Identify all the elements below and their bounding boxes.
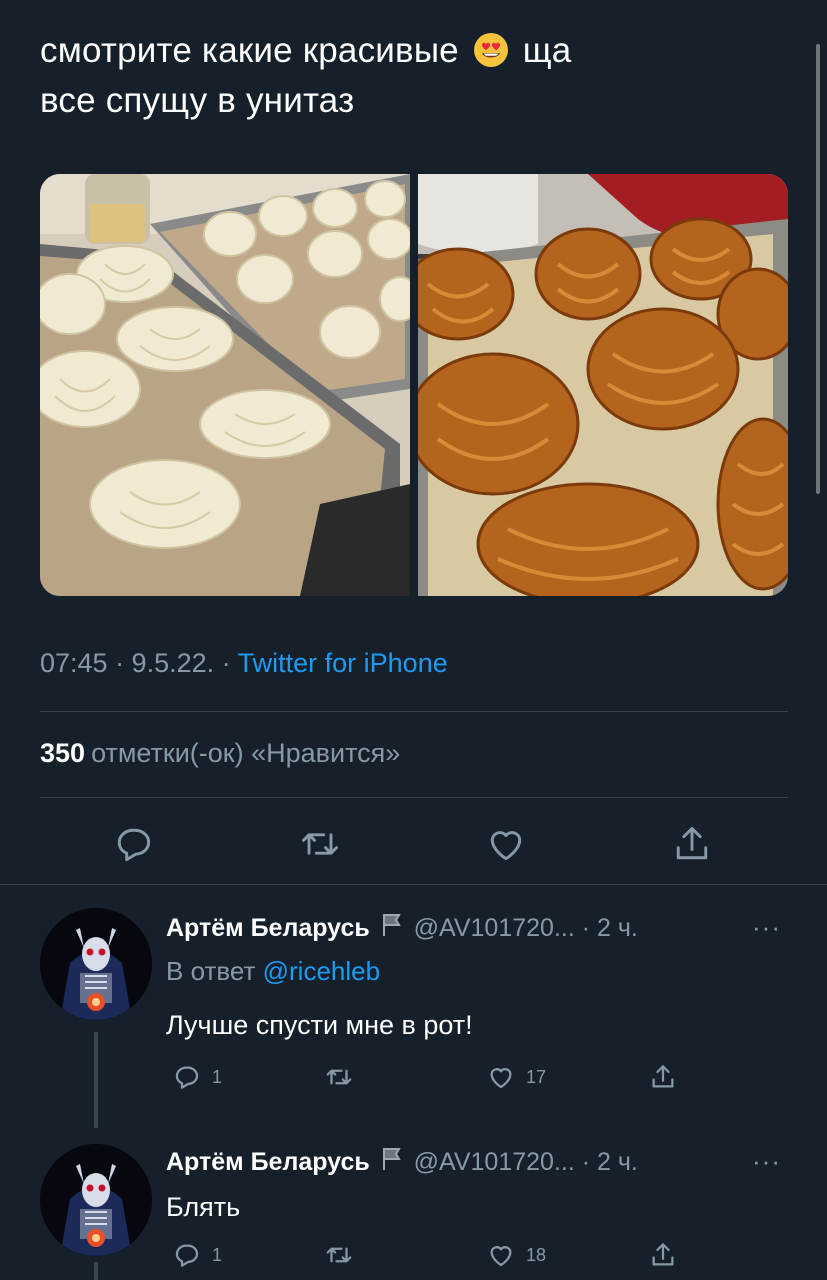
- retweet-icon: [302, 833, 338, 855]
- reply-author-handle[interactable]: @AV101720...: [414, 914, 575, 942]
- divider: [40, 797, 788, 798]
- reply-to-line: В ответ @ricehleb: [166, 956, 380, 987]
- retweet-icon: [326, 1069, 352, 1085]
- more-menu-icon[interactable]: ···: [752, 1146, 781, 1177]
- likes-count: 350: [40, 738, 86, 768]
- divider: [40, 711, 788, 712]
- share-button[interactable]: [648, 1062, 678, 1092]
- tweet-meta: 07:45 · 9.5.22. · Twitter for iPhone: [40, 648, 448, 679]
- thread-line: [94, 1262, 98, 1280]
- likes-stat[interactable]: 350 отметки(-ок) «Нравится»: [40, 738, 400, 769]
- retweet-button[interactable]: [292, 816, 348, 872]
- flag-icon: [381, 1146, 403, 1179]
- reply-button[interactable]: 1: [172, 1062, 222, 1092]
- reply-time: · 2 ч.: [574, 1148, 638, 1176]
- share-button[interactable]: [648, 1240, 678, 1270]
- reply-text: Блять: [166, 1192, 241, 1222]
- reply-to-handle[interactable]: @ricehleb: [263, 956, 380, 986]
- like-icon: [490, 831, 522, 861]
- tweet-text-line1: смотрите какие красивые: [40, 31, 459, 70]
- reply-author-name[interactable]: Артём Беларусь: [166, 914, 370, 942]
- tweet-detail-page: смотрите какие красивые ща все спущу в у…: [0, 0, 827, 1280]
- tweet-text-line1-end: ща: [522, 31, 572, 70]
- reply-text: Лучше спусти мне в рот!: [166, 1010, 473, 1040]
- share-button[interactable]: [664, 816, 720, 872]
- like-button[interactable]: [478, 816, 534, 872]
- like-button[interactable]: 18: [486, 1240, 546, 1270]
- tweet-text: смотрите какие красивые ща все спущу в у…: [40, 26, 740, 126]
- tweet-media[interactable]: [40, 174, 788, 596]
- share-icon: [652, 1243, 674, 1266]
- reply-count: 1: [212, 1066, 223, 1087]
- retweet-button[interactable]: [324, 1240, 364, 1270]
- share-icon: [676, 826, 708, 860]
- reply-icon: [175, 1066, 199, 1089]
- reply-to-prefix: В ответ: [166, 956, 256, 986]
- divider: [0, 884, 827, 885]
- tweet-text-line2: все спущу в унитаз: [40, 81, 355, 120]
- reply-count: 1: [212, 1244, 223, 1265]
- reply-header: Артём Беларусь @AV101720... · 2 ч.: [166, 912, 638, 945]
- photo-raw-croissants[interactable]: [40, 174, 410, 596]
- like-count: 18: [526, 1244, 547, 1265]
- reply-time: · 2 ч.: [574, 914, 638, 942]
- flag-icon: [381, 912, 403, 945]
- reply-icon: [117, 828, 151, 862]
- avatar[interactable]: [40, 1144, 152, 1256]
- like-icon: [490, 1068, 512, 1089]
- thread-line: [94, 1032, 98, 1128]
- reply-button[interactable]: 1: [172, 1240, 222, 1270]
- share-icon: [652, 1065, 674, 1088]
- more-menu-icon[interactable]: ···: [752, 912, 781, 943]
- likes-label: отметки(-ок) «Нравится»: [91, 738, 401, 768]
- heart-eyes-emoji-icon: [473, 32, 509, 68]
- reply-header: Артём Беларусь @AV101720... · 2 ч.: [166, 1146, 638, 1179]
- like-button[interactable]: 17: [486, 1062, 546, 1092]
- reply-author-name[interactable]: Артём Беларусь: [166, 1148, 370, 1176]
- avatar[interactable]: [40, 908, 152, 1020]
- retweet-button[interactable]: [324, 1062, 364, 1092]
- tweet-source-link[interactable]: Twitter for iPhone: [238, 648, 448, 678]
- like-icon: [490, 1246, 512, 1267]
- reply-button[interactable]: [106, 816, 162, 872]
- reply-icon: [175, 1244, 199, 1267]
- tweet-timestamp: 07:45 · 9.5.22. ·: [40, 648, 238, 678]
- like-count: 17: [526, 1066, 547, 1087]
- reply-author-handle[interactable]: @AV101720...: [414, 1148, 575, 1176]
- retweet-icon: [326, 1247, 352, 1263]
- photo-baked-croissants[interactable]: [418, 174, 788, 596]
- scrollbar[interactable]: [816, 44, 820, 494]
